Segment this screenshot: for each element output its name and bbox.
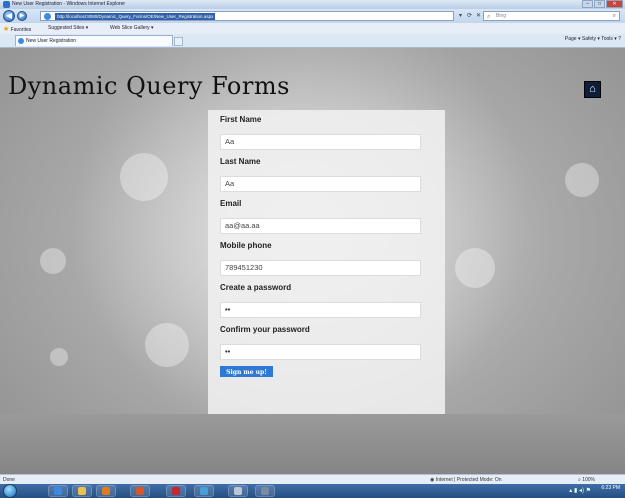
tab-label: New User Registration	[26, 38, 77, 44]
suggested-sites-link[interactable]: Suggested Sites ▾	[48, 25, 88, 31]
email-label: Email	[220, 199, 242, 208]
security-zone[interactable]: ◉ Internet | Protected Mode: On	[430, 477, 502, 483]
tab-bar: New User Registration Page ▾ Safety ▾ To…	[0, 34, 625, 48]
last-name-label: Last Name	[220, 157, 261, 166]
firefox-icon	[136, 487, 144, 495]
site-title: Dynamic Query Forms	[8, 72, 290, 100]
ie-app-icon	[3, 1, 10, 8]
page-viewport: Dynamic Query Forms ⌂ First Name Aa Last…	[0, 48, 625, 474]
forward-button[interactable]: ▶	[17, 11, 27, 21]
globe-icon: ◉	[430, 477, 435, 483]
ie-icon	[54, 487, 62, 495]
minimize-button[interactable]: –	[582, 0, 593, 8]
taskbar-app[interactable]	[228, 485, 248, 497]
new-tab-button[interactable]	[174, 37, 183, 46]
favorites-button[interactable]: ★ Favorites	[3, 25, 31, 33]
bokeh-light	[145, 323, 189, 367]
app-icon	[261, 487, 269, 495]
zoom-level[interactable]: ⌕ 100%	[578, 477, 595, 483]
zoom-value: 100%	[582, 477, 595, 483]
app-icon	[172, 487, 180, 495]
app-icon	[200, 487, 208, 495]
address-dropdown-icon[interactable]: ▾	[456, 12, 465, 20]
tab-page-icon	[18, 38, 24, 44]
mobile-phone-label: Mobile phone	[220, 241, 272, 250]
window-controls: – □ ✕	[582, 0, 623, 8]
taskbar-app[interactable]	[255, 485, 275, 497]
confirm-password-field[interactable]: ••	[220, 344, 421, 360]
start-button[interactable]	[3, 484, 17, 498]
close-button[interactable]: ✕	[606, 0, 623, 8]
window-title: New User Registration - Windows Internet…	[12, 1, 126, 7]
media-icon	[102, 487, 110, 495]
confirm-password-label: Confirm your password	[220, 325, 310, 334]
create-password-field[interactable]: ••	[220, 302, 421, 318]
maximize-button[interactable]: □	[594, 0, 605, 8]
bokeh-light	[565, 163, 599, 197]
address-url[interactable]: http://localhost:8080/Dynamic_Query_Form…	[55, 13, 216, 20]
bokeh-light	[120, 153, 168, 201]
web-slice-label: Web Slice Gallery ▾	[110, 25, 154, 31]
first-name-field[interactable]: Aa	[220, 134, 421, 150]
sign-up-button[interactable]: Sign me up!	[220, 366, 273, 377]
search-input[interactable]: ⌕ Bing ⌕	[483, 11, 620, 21]
first-name-label: First Name	[220, 115, 262, 124]
bing-icon: ⌕	[487, 14, 491, 20]
window-title-bar: New User Registration - Windows Internet…	[0, 0, 625, 9]
favorites-label: Favorites	[10, 27, 32, 33]
status-text: Done	[3, 477, 15, 483]
star-icon: ★	[3, 26, 10, 33]
search-placeholder: Bing	[496, 13, 507, 19]
home-icon: ⌂	[589, 83, 596, 95]
security-zone-label: Internet | Protected Mode: On	[435, 477, 502, 483]
folder-icon	[78, 487, 86, 495]
taskbar-ie[interactable]	[48, 485, 68, 497]
back-button[interactable]: ◀	[3, 10, 15, 22]
taskbar-explorer[interactable]	[72, 485, 92, 497]
tab-new-user-registration[interactable]: New User Registration	[15, 35, 173, 46]
app-icon	[234, 487, 242, 495]
page-footer-band	[0, 414, 625, 474]
refresh-icon[interactable]: ⟳	[465, 12, 474, 20]
windows-taskbar: ▴ ▮ ◂) ⚑ 6:23 PM	[0, 484, 625, 498]
zoom-icon: ⌕	[578, 477, 581, 483]
search-go-icon[interactable]: ⌕	[613, 12, 616, 20]
stop-icon[interactable]: ✕	[474, 12, 483, 20]
mobile-phone-field[interactable]: 789451230	[220, 260, 421, 276]
web-slice-gallery-link[interactable]: Web Slice Gallery ▾	[110, 25, 154, 31]
command-bar[interactable]: Page ▾ Safety ▾ Tools ▾ ?	[565, 36, 621, 42]
suggested-sites-label: Suggested Sites ▾	[48, 25, 89, 31]
system-tray[interactable]: ▴ ▮ ◂) ⚑	[569, 487, 591, 494]
taskbar-app[interactable]	[166, 485, 186, 497]
taskbar-app[interactable]	[194, 485, 214, 497]
bokeh-light	[40, 248, 66, 274]
address-bar[interactable]: http://localhost:8080/Dynamic_Query_Form…	[40, 11, 454, 21]
taskbar-clock[interactable]: 6:23 PM	[601, 485, 620, 491]
last-name-field[interactable]: Aa	[220, 176, 421, 192]
page-icon	[44, 13, 51, 20]
home-button[interactable]: ⌂	[584, 81, 601, 98]
email-field[interactable]: aa@aa.aa	[220, 218, 421, 234]
navigation-bar: ◀ ▶ http://localhost:8080/Dynamic_Query_…	[0, 9, 625, 23]
taskbar-media[interactable]	[96, 485, 116, 497]
create-password-label: Create a password	[220, 283, 292, 292]
bokeh-light	[50, 348, 68, 366]
taskbar-firefox[interactable]	[130, 485, 150, 497]
registration-form: First Name Aa Last Name Aa Email aa@aa.a…	[208, 110, 445, 414]
bokeh-light	[455, 248, 495, 288]
